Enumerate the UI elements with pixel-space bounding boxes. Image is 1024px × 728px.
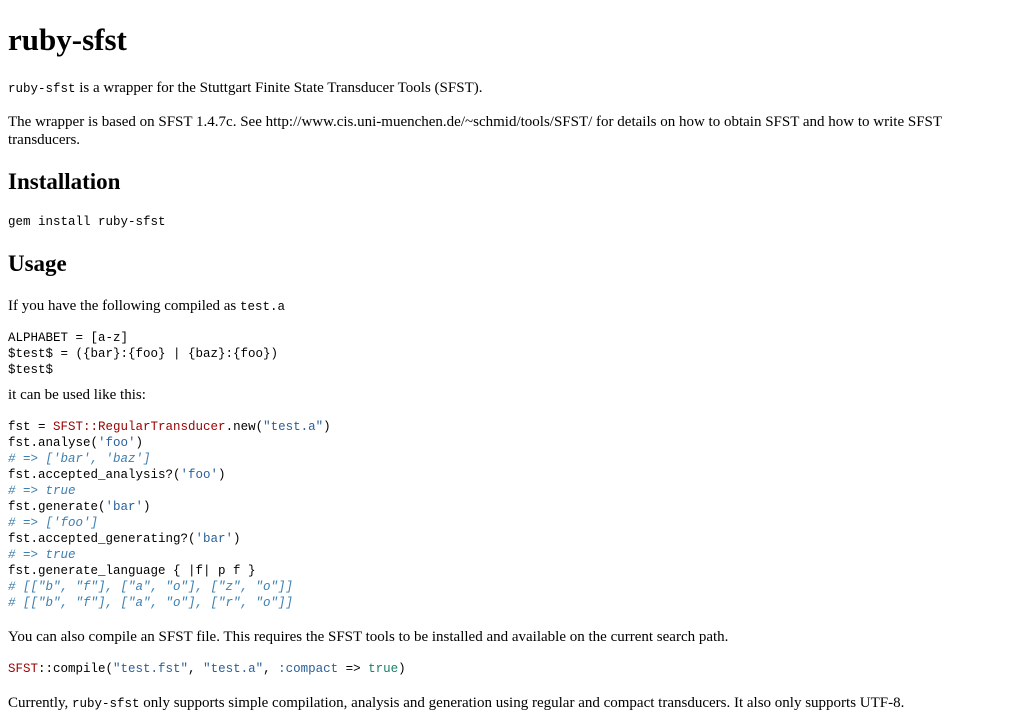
- code-comment: # => true: [8, 484, 76, 498]
- sfst-source-block: ALPHABET = [a-z] $test$ = ({bar}:{foo} |…: [8, 330, 278, 378]
- code-line: fst.accepted_generating?('bar'): [8, 532, 241, 546]
- page-title: ruby-sfst: [8, 22, 127, 57]
- install-command: gem install ruby-sfst: [8, 215, 166, 229]
- code-comment: # => ['foo']: [8, 516, 99, 530]
- source-line: $test$ = ({bar}:{foo} | {baz}:{foo}): [8, 347, 279, 361]
- code-line: fst.generate_language { |f| p f }: [8, 564, 256, 578]
- code-comment: # [["b", "f"], ["a", "o"], ["r", "o"]]: [8, 596, 294, 610]
- compiled-file-name: test.a: [240, 300, 286, 314]
- compiled-intro-paragraph: If you have the following compiled as te…: [8, 297, 1014, 316]
- code-comment: # => true: [8, 548, 76, 562]
- code-comment: # [["b", "f"], ["a", "o"], ["z", "o"]]: [8, 580, 294, 594]
- compiled-intro-text: If you have the following compiled as: [8, 298, 241, 314]
- ruby-example-block: fst = SFST::RegularTransducer.new("test.…: [8, 419, 331, 611]
- intro-code-name: ruby-sfst: [8, 82, 76, 96]
- installation-heading: Installation: [8, 169, 121, 194]
- code-comment: # => ['bar', 'baz']: [8, 452, 151, 466]
- closing-code-name: ruby-sfst: [72, 697, 140, 711]
- closing-paragraph: Currently, ruby-sfst only supports simpl…: [8, 695, 905, 711]
- source-line: ALPHABET = [a-z]: [8, 331, 129, 345]
- compile-paragraph: You can also compile an SFST file. This …: [8, 629, 729, 645]
- code-line: fst.accepted_analysis?('foo'): [8, 468, 226, 482]
- code-line: fst = SFST::RegularTransducer.new("test.…: [8, 420, 331, 434]
- code-line: fst.generate('bar'): [8, 500, 151, 514]
- usage-heading: Usage: [8, 251, 67, 276]
- compile-code-block: SFST::compile("test.fst", "test.a", :com…: [8, 662, 406, 676]
- based-on-paragraph: The wrapper is based on SFST 1.4.7c. See…: [8, 114, 942, 148]
- used-like-paragraph: it can be used like this:: [8, 387, 146, 403]
- source-line: $test$: [8, 363, 54, 377]
- code-line: fst.analyse('foo'): [8, 436, 144, 450]
- intro-text: is a wrapper for the Stuttgart Finite St…: [75, 80, 483, 96]
- intro-paragraph: ruby-sfst is a wrapper for the Stuttgart…: [8, 79, 1014, 98]
